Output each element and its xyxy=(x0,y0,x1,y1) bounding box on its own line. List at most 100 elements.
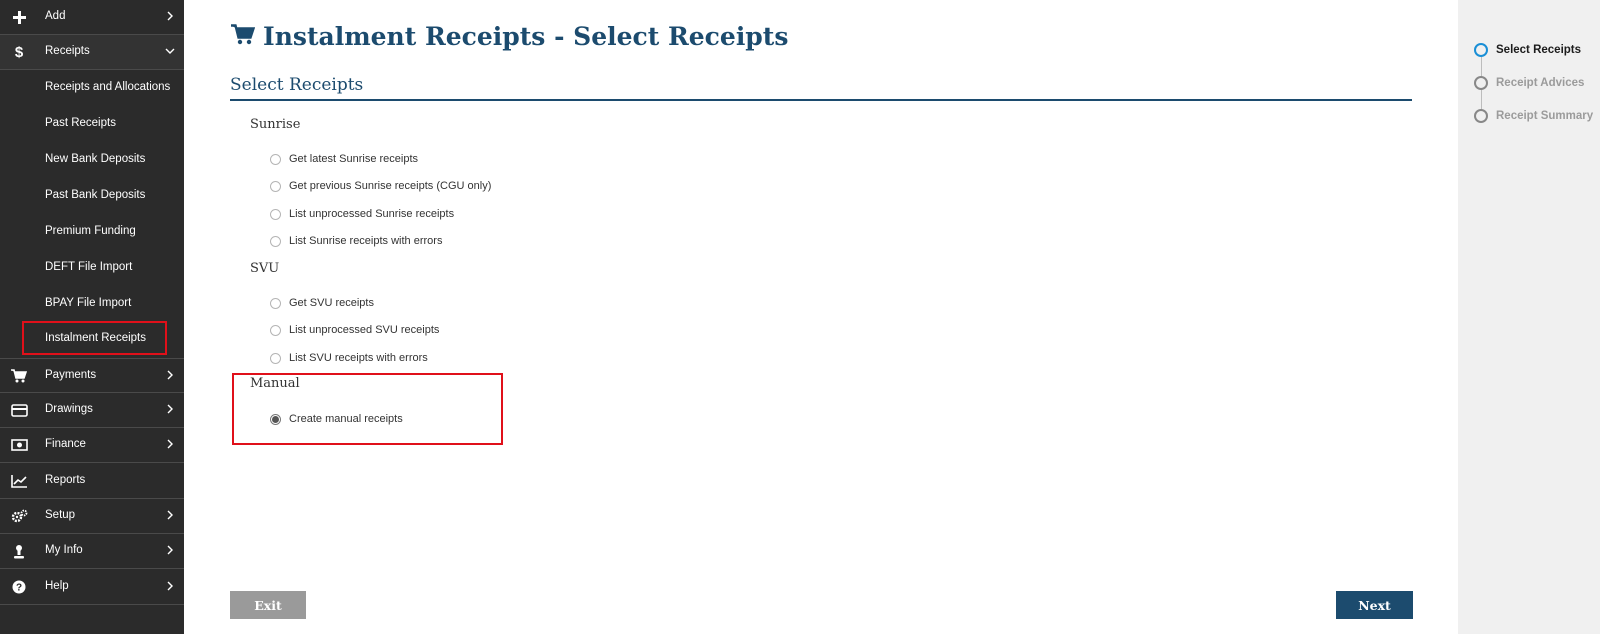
radio-button[interactable] xyxy=(270,352,281,364)
step-select-receipts[interactable]: Select Receipts xyxy=(1474,43,1581,57)
step-label: Select Receipts xyxy=(1496,44,1582,56)
sidebar-item-reports[interactable]: Reports xyxy=(0,464,184,499)
sidebar-item-label: Payments xyxy=(45,369,97,381)
radio-label: List unprocessed Sunrise receipts xyxy=(289,208,455,220)
radio-label: List unprocessed SVU receipts xyxy=(289,324,440,336)
chevron-right-icon xyxy=(165,542,175,558)
sidebar-subitem-label: Past Bank Deposits xyxy=(45,189,146,201)
step-label: Receipt Summary xyxy=(1496,110,1594,122)
sidebar-subitem-label: Premium Funding xyxy=(45,225,136,237)
sidebar-item-finance[interactable]: Finance xyxy=(0,428,184,463)
sidebar-subitem-label: New Bank Deposits xyxy=(45,153,146,165)
section-divider xyxy=(230,99,1412,101)
sidebar-subitem-label: Past Receipts xyxy=(45,117,116,129)
sidebar-item-payments[interactable]: Payments xyxy=(0,358,184,393)
sidebar-item-label: Finance xyxy=(45,438,86,450)
user-icon xyxy=(10,543,28,559)
radio-label: List Sunrise receipts with errors xyxy=(289,235,443,247)
sidebar-item-setup[interactable]: Setup xyxy=(0,499,184,534)
sidebar-subitem-instalment-receipts[interactable]: Instalment Receipts xyxy=(0,321,184,357)
radio-option-create-manual[interactable]: Create manual receipts xyxy=(270,413,403,425)
chevron-right-icon xyxy=(165,578,175,594)
step-circle-icon xyxy=(1474,109,1488,123)
plus-icon xyxy=(10,9,28,25)
chevron-down-icon xyxy=(165,43,175,59)
group-label-sunrise: Sunrise xyxy=(250,117,301,132)
sidebar-subitem-label: DEFT File Import xyxy=(45,261,133,273)
money-icon xyxy=(10,437,28,453)
chevron-right-icon xyxy=(165,8,175,24)
sidebar-subitem-label: Receipts and Allocations xyxy=(45,81,171,93)
sidebar: Add $ Receipts Receipts and Allocations … xyxy=(0,0,184,634)
step-connector xyxy=(1481,56,1482,77)
step-circle-icon xyxy=(1474,76,1488,90)
step-label: Receipt Advices xyxy=(1496,77,1585,89)
svg-text:?: ? xyxy=(16,583,22,594)
radio-option-list-svu-errors[interactable]: List SVU receipts with errors xyxy=(270,352,428,364)
page-title: Instalment Receipts - Select Receipts xyxy=(231,22,788,51)
radio-button[interactable] xyxy=(270,153,281,165)
sidebar-subitem-past-bank-deposits[interactable]: Past Bank Deposits xyxy=(0,178,184,214)
stepper-panel xyxy=(1458,0,1600,634)
radio-option-list-sunrise-errors[interactable]: List Sunrise receipts with errors xyxy=(270,235,442,247)
chevron-right-icon xyxy=(165,436,175,452)
page-title-text: Instalment Receipts - Select Receipts xyxy=(263,22,789,51)
radio-button[interactable] xyxy=(270,235,281,247)
radio-button[interactable] xyxy=(270,297,281,309)
step-receipt-advices[interactable]: Receipt Advices xyxy=(1474,76,1584,90)
sidebar-item-label: Setup xyxy=(45,509,76,521)
sidebar-subitem-deft-file-import[interactable]: DEFT File Import xyxy=(0,250,184,286)
chart-icon xyxy=(10,473,28,489)
radio-button[interactable] xyxy=(270,324,281,336)
sidebar-item-label: My Info xyxy=(45,544,83,556)
radio-option-list-unprocessed-svu[interactable]: List unprocessed SVU receipts xyxy=(270,324,439,336)
sidebar-subitem-new-bank-deposits[interactable]: New Bank Deposits xyxy=(0,142,184,178)
sidebar-item-help[interactable]: ? Help xyxy=(0,570,184,605)
chevron-right-icon xyxy=(165,367,175,383)
help-icon: ? xyxy=(10,579,28,595)
radio-label: List SVU receipts with errors xyxy=(289,352,428,364)
sidebar-subitem-label: BPAY File Import xyxy=(45,297,132,309)
radio-option-get-svu[interactable]: Get SVU receipts xyxy=(270,297,374,309)
sidebar-item-label: Drawings xyxy=(45,403,93,415)
chevron-right-icon xyxy=(165,507,175,523)
radio-button-selected[interactable] xyxy=(270,413,281,425)
cart-icon xyxy=(231,22,256,51)
gears-icon xyxy=(10,508,28,524)
radio-label: Get SVU receipts xyxy=(289,297,374,309)
group-label-manual: Manual xyxy=(250,376,300,391)
radio-button[interactable] xyxy=(270,208,281,220)
radio-button[interactable] xyxy=(270,180,281,192)
sidebar-item-add[interactable]: Add xyxy=(0,0,184,35)
sidebar-item-my-info[interactable]: My Info xyxy=(0,534,184,569)
section-title: Select Receipts xyxy=(230,75,364,95)
sidebar-subitem-past-receipts[interactable]: Past Receipts xyxy=(0,106,184,142)
radio-option-get-latest-sunrise[interactable]: Get latest Sunrise receipts xyxy=(270,153,418,165)
radio-label: Get previous Sunrise receipts (CGU only) xyxy=(289,180,492,192)
sidebar-item-label: Reports xyxy=(45,474,86,486)
dollar-icon: $ xyxy=(14,43,24,61)
card-icon xyxy=(10,402,28,418)
chevron-right-icon xyxy=(165,401,175,417)
sidebar-subitem-label: Instalment Receipts xyxy=(45,332,146,344)
group-label-svu: SVU xyxy=(250,261,280,276)
radio-label: Create manual receipts xyxy=(289,413,403,425)
sidebar-item-receipts[interactable]: $ Receipts xyxy=(0,35,184,70)
sidebar-item-label: Receipts xyxy=(45,45,90,57)
sidebar-subitem-premium-funding[interactable]: Premium Funding xyxy=(0,214,184,250)
radio-dot xyxy=(272,415,279,423)
step-circle-icon xyxy=(1474,43,1488,57)
radio-label: Get latest Sunrise receipts xyxy=(289,153,419,165)
next-button[interactable]: Next xyxy=(1336,591,1413,619)
sidebar-item-label: Help xyxy=(45,580,69,592)
sidebar-item-drawings[interactable]: Drawings xyxy=(0,393,184,428)
radio-option-get-previous-sunrise[interactable]: Get previous Sunrise receipts (CGU only) xyxy=(270,180,491,192)
sidebar-item-label: Add xyxy=(45,10,66,22)
sidebar-subitem-receipts-and-allocations[interactable]: Receipts and Allocations xyxy=(0,70,184,106)
step-receipt-summary[interactable]: Receipt Summary xyxy=(1474,109,1593,123)
step-connector xyxy=(1481,89,1482,110)
exit-button[interactable]: Exit xyxy=(230,591,306,619)
sidebar-subitem-bpay-file-import[interactable]: BPAY File Import xyxy=(0,286,184,322)
radio-option-list-unprocessed-sunrise[interactable]: List unprocessed Sunrise receipts xyxy=(270,208,454,220)
cart-icon xyxy=(10,368,28,384)
